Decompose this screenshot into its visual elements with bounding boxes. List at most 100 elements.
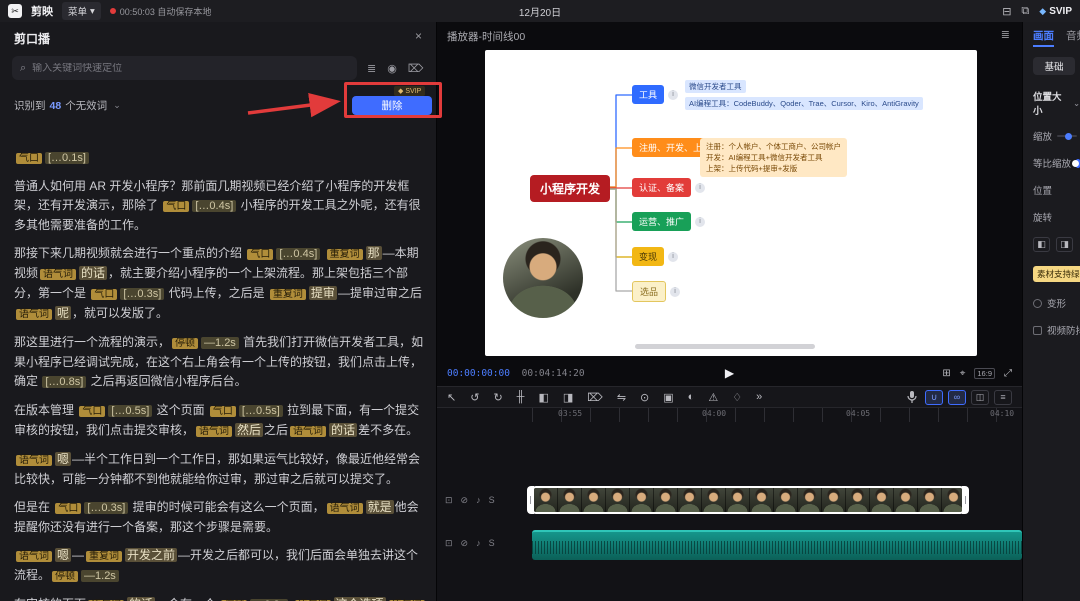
search-input[interactable] (32, 62, 349, 74)
info-icon[interactable]: i (668, 251, 679, 262)
highlighted-word[interactable]: 开发之前 (125, 548, 178, 562)
info-icon[interactable]: i (668, 89, 679, 100)
undo-icon[interactable]: ↺ (470, 391, 479, 404)
trash-icon[interactable]: ⌦ (408, 62, 424, 75)
pause-chip[interactable]: […0.8s] (42, 376, 87, 388)
filler-tag[interactable]: 气口 (16, 153, 42, 164)
mute-icon[interactable]: ♪ (476, 495, 481, 506)
effects-icon[interactable]: ♢ (732, 391, 742, 404)
highlighted-word[interactable]: 那 (365, 246, 382, 260)
stabilize-checkbox[interactable] (1033, 325, 1042, 335)
transcript-paragraph[interactable]: 那接下来几期视频就会进行一个重点的介绍 气口 […0.4s] 重复词那 —本期视频语… (14, 244, 428, 324)
mindmap-branch-monetize[interactable]: 变现 i (632, 247, 679, 266)
highlighted-word[interactable]: 这个选项 (333, 597, 386, 601)
filler-tag[interactable]: 语气词 (290, 426, 327, 437)
highlighted-word[interactable]: 嗯 (55, 452, 72, 466)
align-right-icon[interactable]: ◨ (1056, 237, 1073, 252)
trim-left-icon[interactable]: ◧ (538, 391, 548, 404)
transcript-paragraph[interactable]: 语气词嗯 —半个工作日到一个工作日，那如果运气比较好，像最近他经常会比较快，可能一… (14, 450, 428, 489)
tab-basic[interactable]: 基础 (1033, 57, 1075, 75)
filler-tag[interactable]: 语气词 (196, 426, 233, 437)
link-toggle-icon[interactable]: ∞ (948, 389, 966, 405)
microphone-icon[interactable] (906, 390, 918, 404)
filler-tag[interactable]: 停顿 (52, 571, 79, 582)
video-clip[interactable] (527, 486, 969, 514)
filler-tag[interactable]: 气口 (79, 406, 106, 417)
clip-trim-handle-left[interactable] (527, 486, 534, 514)
play-button[interactable]: ▶ (725, 366, 734, 380)
audio-clip[interactable] (532, 530, 1022, 560)
pause-chip[interactable]: […0.5s] (238, 405, 283, 417)
filler-tag[interactable]: 语气词 (16, 309, 52, 320)
mindmap-branch-products[interactable]: 选品 i (632, 281, 681, 302)
solo-label[interactable]: S (489, 495, 495, 506)
mindmap-branch-tools[interactable]: 工具 i (632, 85, 679, 104)
info-icon[interactable]: i (695, 216, 706, 227)
redo-icon[interactable]: ↻ (493, 391, 502, 404)
preview-quality-icon[interactable]: ⊞ (942, 368, 950, 379)
timeline[interactable]: 03:55 04:00 04:05 04:10 ⊡ ⊘ ♪ S ⊡ ⊘ ♪ S (437, 408, 1022, 601)
crop-icon[interactable]: ▣ (663, 391, 673, 404)
align-left-icon[interactable]: ◧ (1033, 237, 1050, 252)
search-box[interactable]: ⌕ (12, 56, 357, 80)
highlighted-word[interactable]: 的话 (329, 423, 358, 437)
layout-icon[interactable]: ⊟ (1002, 5, 1011, 18)
mindmap-branch-operate[interactable]: 运营、推广 i (632, 212, 706, 231)
filler-tag[interactable]: 气口 (247, 249, 274, 260)
filler-tag[interactable]: 重复词 (269, 289, 306, 300)
delete-invalid-words-button[interactable]: 删除 (352, 96, 432, 115)
transcript-paragraph[interactable]: 但是在 气口 […0.3s] 提审的时候可能会有这么一个页面， 语气词 就是 他会提醒你… (14, 498, 428, 537)
pause-chip[interactable]: […0.5s] (108, 405, 153, 417)
svip-badge[interactable]: ◆ SVIP (1039, 6, 1072, 17)
highlighted-word[interactable]: 呢 (55, 306, 72, 320)
filler-tag[interactable]: 气口 (163, 201, 190, 212)
pause-chip[interactable]: […0.4s] (192, 200, 237, 212)
sort-icon[interactable]: ≣ (367, 62, 376, 75)
mindmap-root-node[interactable]: 小程序开发 (530, 175, 611, 202)
filler-tag[interactable]: 气口 (55, 503, 82, 514)
highlighted-word[interactable]: 就是 (365, 500, 394, 514)
section-position-size[interactable]: 位置大小 ⌄ (1033, 89, 1080, 117)
deform-radio[interactable] (1033, 298, 1042, 308)
uniform-scale-toggle[interactable] (1072, 158, 1080, 168)
info-icon[interactable]: i (695, 182, 706, 193)
preview-axis-toggle-icon[interactable]: ◫ (971, 389, 989, 405)
transcript-paragraph[interactable]: 那这里进行一个流程的演示， 停顿 —1.2s 首先我们打开微信开发者工具，如果小程序… (14, 333, 428, 392)
mute-icon[interactable]: ♪ (476, 538, 481, 549)
transcript-paragraph[interactable]: 在版本管理 气口 […0.5s] 这个页面 气口 […0.5s] 拉到最下面，有一个… (14, 401, 428, 441)
filler-tag[interactable]: 停顿 (172, 338, 199, 349)
clip-trim-handle-right[interactable] (962, 486, 969, 514)
close-icon[interactable]: × (415, 29, 422, 43)
filler-tag[interactable]: 重复词 (326, 249, 363, 260)
transcript-paragraph[interactable]: 语气词嗯 — 重复词 开发之前 —开发之后都可以，我们后面会单独去讲这个流程。 停顿 —1.… (14, 546, 428, 586)
select-tool-icon[interactable]: ↖ (447, 391, 456, 404)
mask-icon[interactable]: ◐ (688, 391, 695, 403)
preview-canvas[interactable]: 小程序开发 工具 i 注册、开发、上架 i 认证、备案 i 运营、推广 i 变现… (485, 50, 977, 356)
filler-tag[interactable]: 气口 (209, 406, 236, 417)
tab-picture[interactable]: 画面 (1033, 28, 1054, 47)
filler-tag[interactable]: 语气词 (326, 503, 363, 514)
more-icon[interactable]: » (756, 391, 762, 403)
lock-icon[interactable]: ⊘ (461, 495, 469, 506)
scale-slider[interactable] (1057, 132, 1078, 140)
panel-toggle-icon[interactable]: ≡ (994, 389, 1012, 405)
solo-label[interactable]: S (489, 538, 495, 549)
highlighted-word[interactable]: 的话 (79, 266, 108, 280)
transcript-paragraph[interactable]: 普通人如何用 AR 开发小程序？那前面几期视频已经介绍了小程序的开发框架，还有开… (14, 177, 428, 235)
ratio-label[interactable]: 16:9 (974, 367, 995, 379)
menu-button[interactable]: 菜单 ▾ (62, 2, 101, 20)
cover-icon[interactable]: ⊡ (445, 495, 453, 506)
highlighted-word[interactable]: 的话 (127, 597, 156, 601)
player-menu-icon[interactable]: ≣ (1001, 28, 1010, 41)
fullscreen-icon[interactable]: ⤢ (1004, 368, 1012, 379)
delete-icon[interactable]: ⌦ (587, 391, 603, 404)
pause-chip[interactable]: —1.2s (201, 337, 239, 349)
pause-chip[interactable]: […0.3s] (84, 502, 129, 514)
cover-icon[interactable]: ⊡ (445, 538, 453, 549)
pause-chip[interactable]: […0.1s] (45, 152, 89, 164)
tab-audio[interactable]: 音频 (1066, 28, 1080, 47)
filler-tag[interactable]: 语气词 (40, 269, 77, 280)
highlighted-word[interactable]: 提审 (308, 286, 337, 300)
pause-chip[interactable]: —1.2s (81, 570, 119, 582)
pause-chip[interactable]: […0.4s] (276, 248, 321, 260)
